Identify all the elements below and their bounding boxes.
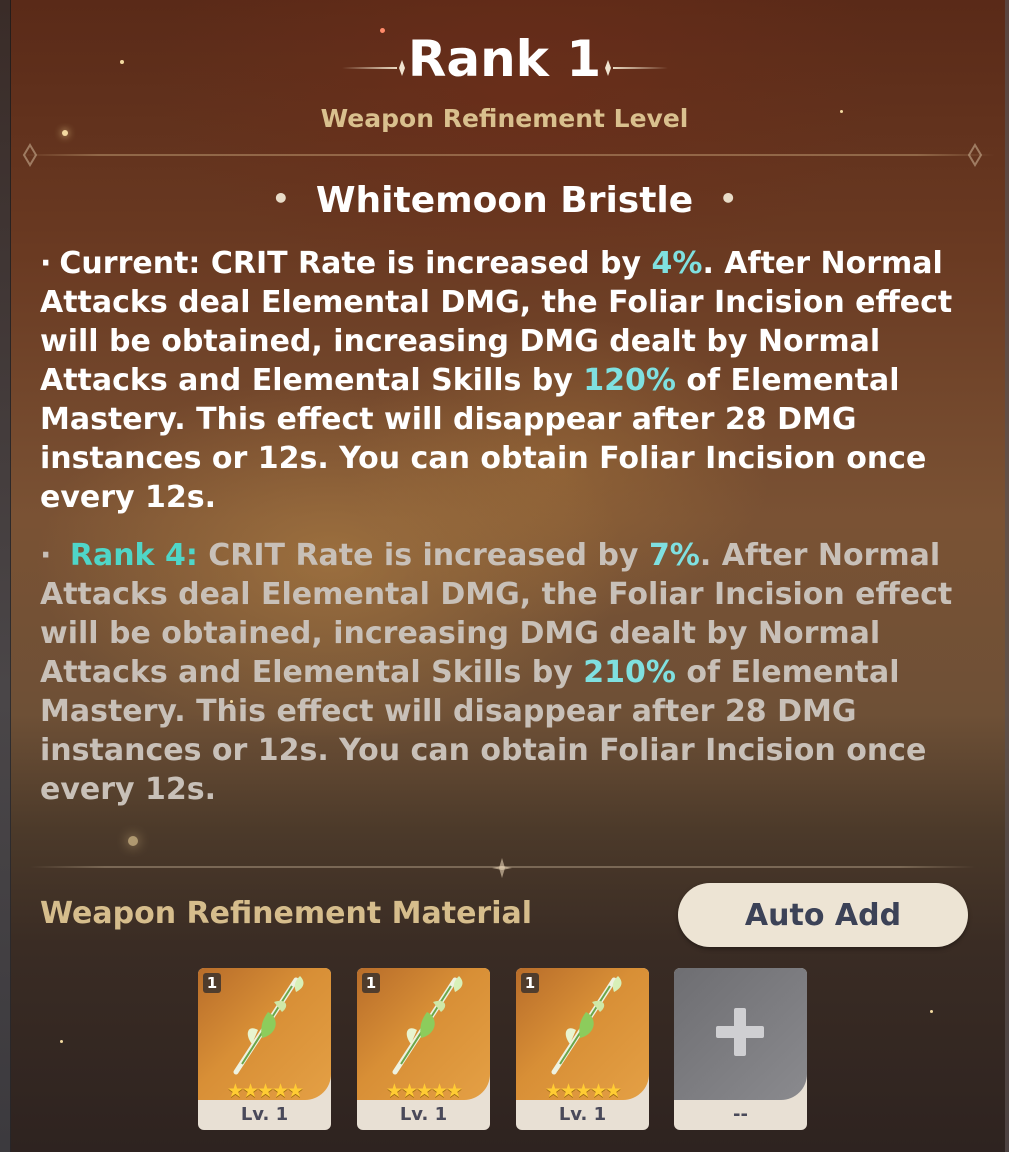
divider-ornament-icon [967, 143, 983, 167]
star-rating-icon: ★★★★★ [544, 1080, 622, 1102]
effect-text: CRIT Rate is increased by [200, 246, 652, 281]
left-panel-edge [0, 0, 11, 1152]
next-rank-label: Rank 4: [69, 538, 198, 573]
weapon-name: Whitemoon Bristle [315, 180, 694, 221]
material-count: 1 [521, 973, 539, 993]
divider-ornament-icon [492, 858, 512, 878]
spear-icon [233, 976, 304, 1075]
material-level: -- [733, 1104, 748, 1125]
bullet-dot-icon: · [40, 246, 52, 281]
divider-ornament-icon [22, 143, 38, 167]
bullet-dot-icon: • [271, 182, 290, 215]
dmg-bonus-value: 120% [583, 363, 676, 398]
material-level: Lv. 1 [399, 1104, 448, 1125]
material-count: 1 [362, 973, 380, 993]
page-title: Rank 1 [407, 30, 602, 88]
page-subtitle: Weapon Refinement Level [320, 104, 689, 133]
material-level: Lv. 1 [240, 1104, 289, 1125]
crit-rate-value: 7% [648, 538, 700, 573]
sparkle [60, 1040, 63, 1043]
dmg-bonus-value: 210% [583, 655, 676, 690]
divider [20, 154, 995, 156]
next-rank-effect-description: · Rank 4: CRIT Rate is increased by 7%. … [40, 536, 970, 809]
material-count: 1 [203, 973, 221, 993]
crit-rate-value: 4% [651, 246, 703, 281]
effect-text: CRIT Rate is increased by [197, 538, 649, 573]
bullet-dot-icon: · [40, 538, 52, 573]
material-level: Lv. 1 [558, 1104, 607, 1125]
spear-icon [551, 976, 622, 1075]
sparkle [930, 1010, 933, 1013]
spear-icon [392, 976, 463, 1075]
star-rating-icon: ★★★★★ [385, 1080, 463, 1102]
title-ornament-right-icon [605, 60, 668, 76]
plus-icon [716, 1008, 764, 1056]
weapon-name-heading: • Whitemoon Bristle • [0, 180, 1009, 221]
current-label: Current: [59, 246, 201, 281]
material-slot[interactable]: 1 ★★★★★ Lv. 1 [198, 968, 331, 1130]
refinement-material-label: Weapon Refinement Material [40, 896, 533, 931]
material-slot[interactable]: 1 ★★★★★ Lv. 1 [516, 968, 649, 1130]
material-slot[interactable]: 1 ★★★★★ Lv. 1 [357, 968, 490, 1130]
sparkle [128, 836, 138, 846]
empty-material-slot[interactable]: -- [674, 968, 807, 1130]
auto-add-button[interactable]: Auto Add [678, 883, 968, 947]
star-rating-icon: ★★★★★ [226, 1080, 304, 1102]
scrollbar[interactable] [1005, 0, 1009, 1152]
bullet-dot-icon: • [719, 182, 738, 215]
current-effect-description: · Current: CRIT Rate is increased by 4%. … [40, 244, 970, 517]
